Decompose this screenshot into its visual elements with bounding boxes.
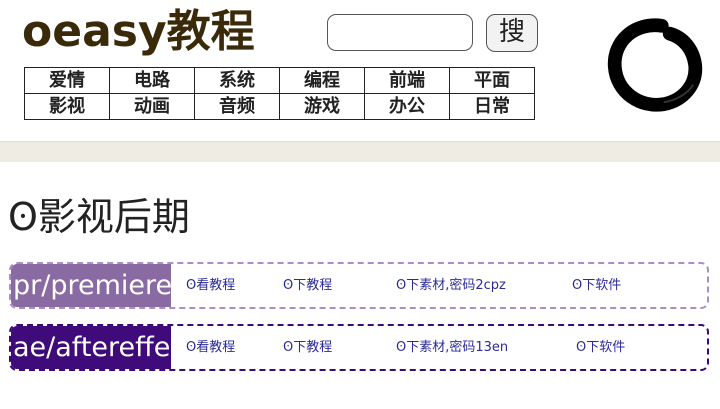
section-title: ʘ影视后期 bbox=[8, 195, 190, 239]
enso-logo-icon bbox=[607, 18, 703, 112]
download-assets-link[interactable]: ʘ下素材,密码13en bbox=[396, 326, 508, 369]
download-assets-link[interactable]: ʘ下素材,密码2cpz bbox=[396, 264, 506, 307]
nav-item-game[interactable]: 游戏 bbox=[279, 93, 365, 120]
nav-item-circuit[interactable]: 电路 bbox=[109, 67, 195, 94]
nav-item-animation[interactable]: 动画 bbox=[109, 93, 195, 120]
nav-item-video[interactable]: 影视 bbox=[24, 93, 110, 120]
nav-item-audio[interactable]: 音频 bbox=[194, 93, 280, 120]
course-row-premiere: pr/premiere ʘ看教程 ʘ下教程 ʘ下素材,密码2cpz ʘ下软件 bbox=[9, 262, 709, 309]
nav-row: 爱情 电路 系统 编程 前端 平面 bbox=[24, 67, 535, 94]
site-header: oeasy教程 搜 爱情 电路 系统 编程 前端 平面 影视 动画 音频 游戏 … bbox=[0, 0, 720, 140]
nav-item-office[interactable]: 办公 bbox=[364, 93, 450, 120]
course-tag[interactable]: ae/aftereffects bbox=[11, 326, 171, 369]
watch-tutorial-link[interactable]: ʘ看教程 bbox=[186, 264, 235, 307]
course-row-aftereffects: ae/aftereffects ʘ看教程 ʘ下教程 ʘ下素材,密码13en ʘ下… bbox=[9, 324, 709, 371]
nav-item-system[interactable]: 系统 bbox=[194, 67, 280, 94]
category-nav: 爱情 电路 系统 编程 前端 平面 影视 动画 音频 游戏 办公 日常 bbox=[24, 67, 535, 120]
search-input[interactable] bbox=[327, 14, 473, 51]
watch-tutorial-link[interactable]: ʘ看教程 bbox=[186, 326, 235, 369]
site-logo[interactable]: oeasy教程 bbox=[22, 6, 255, 58]
course-tag[interactable]: pr/premiere bbox=[11, 264, 171, 307]
nav-item-daily[interactable]: 日常 bbox=[449, 93, 535, 120]
nav-item-frontend[interactable]: 前端 bbox=[364, 67, 450, 94]
download-software-link[interactable]: ʘ下软件 bbox=[572, 264, 621, 307]
download-software-link[interactable]: ʘ下软件 bbox=[576, 326, 625, 369]
nav-item-graphic[interactable]: 平面 bbox=[449, 67, 535, 94]
download-tutorial-link[interactable]: ʘ下教程 bbox=[283, 326, 332, 369]
search-button[interactable]: 搜 bbox=[486, 14, 538, 52]
download-tutorial-link[interactable]: ʘ下教程 bbox=[283, 264, 332, 307]
nav-item-programming[interactable]: 编程 bbox=[279, 67, 365, 94]
nav-row: 影视 动画 音频 游戏 办公 日常 bbox=[24, 93, 535, 120]
nav-item-love[interactable]: 爱情 bbox=[24, 67, 110, 94]
header-divider bbox=[0, 141, 720, 162]
